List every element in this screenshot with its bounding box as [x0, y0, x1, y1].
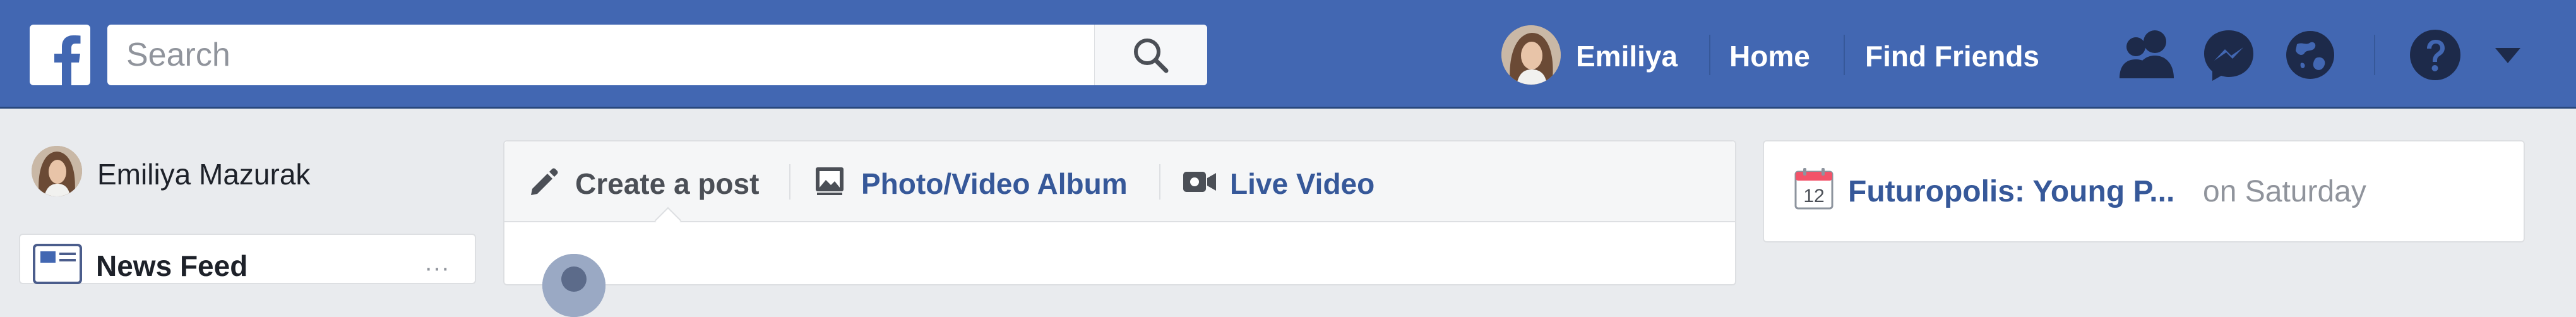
- messenger-icon[interactable]: [2202, 28, 2256, 82]
- composer-tabs: Create a post Photo/Video Album Live Vid…: [504, 141, 1735, 234]
- search-box: [107, 25, 1207, 85]
- facebook-logo-icon[interactable]: [30, 25, 90, 85]
- news-feed-icon: [33, 244, 82, 284]
- sidebar-item-news-feed[interactable]: News Feed ···: [19, 234, 476, 284]
- active-tab-pointer: [654, 206, 682, 234]
- photo-album-icon: [816, 167, 844, 195]
- avatar: [32, 146, 82, 196]
- profile-name: Emiliya: [1576, 40, 1678, 73]
- help-icon[interactable]: [2408, 28, 2462, 82]
- nav-divider: [1709, 35, 1710, 75]
- friend-requests-icon[interactable]: [2117, 28, 2178, 82]
- nav-divider: [2374, 35, 2375, 75]
- calendar-icon: 12: [1794, 168, 1834, 213]
- more-options-icon[interactable]: ···: [424, 254, 450, 282]
- upcoming-event-card: 12 Futuropolis: Young P... on Saturday: [1763, 140, 2525, 242]
- event-date: on Saturday: [2203, 175, 2366, 208]
- nav-divider: [1844, 35, 1845, 75]
- search-icon: [1134, 39, 1169, 73]
- caret-down-icon[interactable]: [2494, 47, 2522, 64]
- avatar: [542, 254, 605, 317]
- tab-label: Live Video: [1230, 167, 1375, 200]
- tab-divider: [1159, 164, 1160, 200]
- post-composer: Create a post Photo/Video Album Live Vid…: [503, 140, 1736, 317]
- tab-label: Photo/Video Album: [861, 167, 1128, 200]
- top-navigation-bar: Emiliya Home Find Friends: [0, 0, 2576, 109]
- sidebar-item-label: News Feed: [96, 249, 248, 282]
- live-video-icon: [1183, 172, 1216, 192]
- find-friends-link[interactable]: Find Friends: [1865, 39, 2039, 73]
- sidebar-profile-name: Emiliya Mazurak: [97, 158, 311, 191]
- avatar: [1501, 25, 1561, 85]
- search-input[interactable]: [107, 25, 1092, 85]
- pencil-icon: [531, 168, 558, 195]
- notifications-globe-icon[interactable]: [2283, 28, 2337, 82]
- search-button[interactable]: [1094, 25, 1207, 85]
- tab-label: Create a post: [575, 167, 760, 200]
- event-title-link[interactable]: Futuropolis: Young P...: [1848, 174, 2174, 209]
- calendar-day: 12: [1803, 186, 1825, 206]
- home-link[interactable]: Home: [1729, 39, 1810, 73]
- tab-divider: [789, 164, 790, 200]
